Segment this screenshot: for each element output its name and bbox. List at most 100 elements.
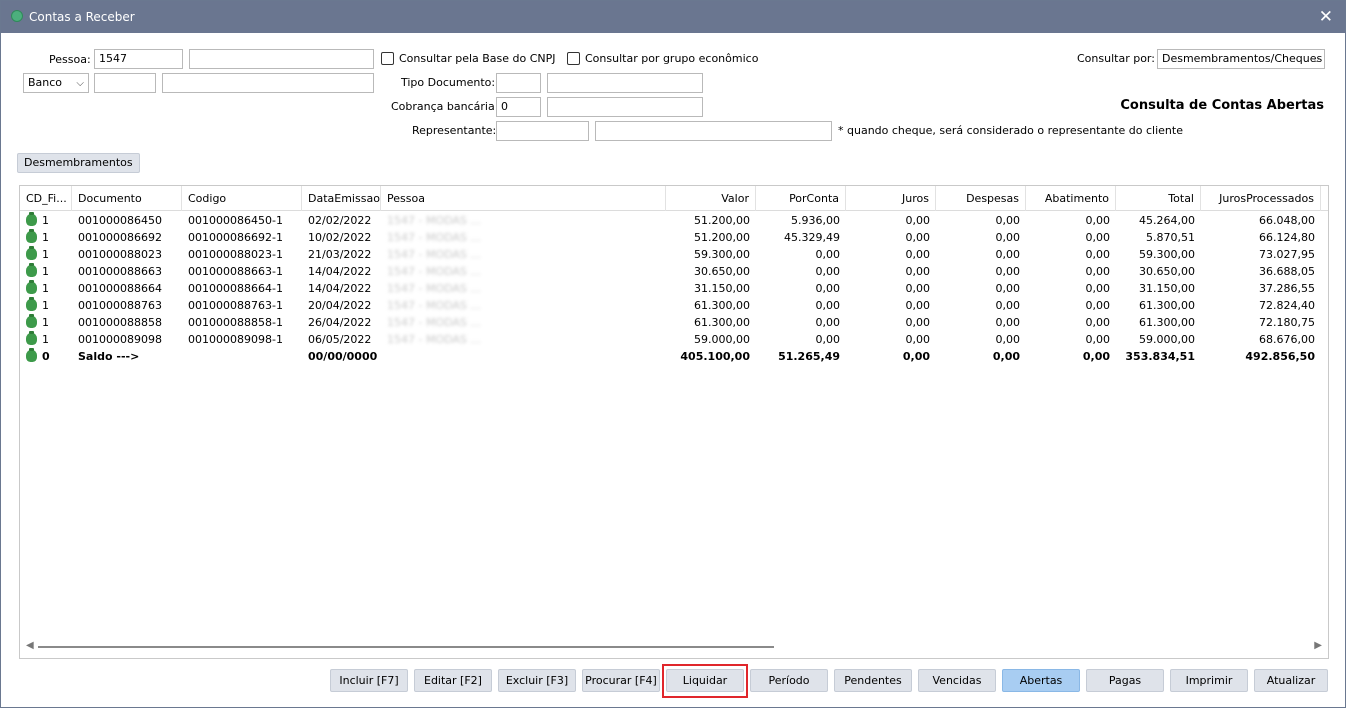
cell-data: 21/03/2022 bbox=[308, 248, 372, 261]
consultar-por-value: Desmembramentos/Cheques bbox=[1162, 52, 1323, 65]
cell-codigo: 001000088763-1 bbox=[188, 299, 283, 312]
cell-cd: 1 bbox=[20, 212, 72, 229]
cell-cd-value: 1 bbox=[42, 214, 49, 227]
table-row[interactable]: 1 001000088663 001000088663-1 14/04/2022 154… bbox=[20, 263, 1328, 280]
cell-jurosproc: 73.027,95 bbox=[1259, 248, 1315, 261]
tab-desmembramentos[interactable]: Desmembramentos bbox=[17, 153, 140, 173]
tipo-documento-name-input[interactable] bbox=[547, 73, 703, 93]
grupo-economico-checkbox[interactable]: Consultar por grupo econômico bbox=[567, 52, 758, 65]
vencidas-button[interactable]: Vencidas bbox=[918, 669, 996, 692]
cell-codigo: 001000089098-1 bbox=[188, 333, 283, 346]
table-row[interactable]: 1 001000086450 001000086450-1 02/02/2022 154… bbox=[20, 212, 1328, 229]
scroll-right-icon[interactable]: ▶ bbox=[1314, 640, 1322, 651]
cell-valor: 51.200,00 bbox=[694, 214, 750, 227]
cell-pessoa-value: 1547 - MODAS ... bbox=[387, 265, 481, 278]
cell-documento: 001000088663 bbox=[78, 265, 162, 278]
column-header[interactable]: Valor bbox=[666, 186, 756, 211]
imprimir-button[interactable]: Imprimir bbox=[1170, 669, 1248, 692]
banco-select[interactable]: Banco ⌵ bbox=[23, 73, 89, 93]
table-row[interactable]: 1 001000089098 001000089098-1 06/05/2022 154… bbox=[20, 331, 1328, 348]
procurar-button[interactable]: Procurar [F4] bbox=[582, 669, 660, 692]
excluir-button[interactable]: Excluir [F3] bbox=[498, 669, 576, 692]
cell-porconta: 0,00 bbox=[815, 316, 841, 329]
tipo-documento-code-input[interactable] bbox=[496, 73, 541, 93]
column-header[interactable]: Despesas bbox=[936, 186, 1026, 211]
consultar-por-label: Consultar por: bbox=[1077, 52, 1155, 65]
editar-button[interactable]: Editar [F2] bbox=[414, 669, 492, 692]
cell-abatimento: 0,00 bbox=[1085, 248, 1111, 261]
accounts-grid[interactable]: CD_Fi... Documento Codigo DataEmissao Pessoa… bbox=[19, 185, 1329, 659]
table-row[interactable]: 1 001000088763 001000088763-1 20/04/2022 154… bbox=[20, 297, 1328, 314]
cell-data: 10/02/2022 bbox=[308, 231, 372, 244]
cell-valor: 30.650,00 bbox=[694, 265, 750, 278]
money-bag-icon bbox=[26, 263, 37, 277]
cobranca-code-input[interactable]: 0 bbox=[496, 97, 541, 117]
cell-despesas: 0,00 bbox=[992, 350, 1020, 363]
cell-documento: 001000088858 bbox=[78, 316, 162, 329]
cobranca-name-input[interactable] bbox=[547, 97, 703, 117]
pendentes-button[interactable]: Pendentes bbox=[834, 669, 912, 692]
table-row[interactable]: 1 001000088664 001000088664-1 14/04/2022 154… bbox=[20, 280, 1328, 297]
column-header[interactable]: Codigo bbox=[182, 186, 302, 211]
cell-documento: 001000089098 bbox=[78, 333, 162, 346]
column-header[interactable]: JurosProcessados bbox=[1201, 186, 1321, 211]
column-header[interactable]: CD_Fi... bbox=[20, 186, 72, 211]
tipo-documento-label: Tipo Documento: bbox=[401, 76, 496, 89]
cell-porconta: 0,00 bbox=[815, 265, 841, 278]
cell-total: 59.000,00 bbox=[1139, 333, 1195, 346]
pessoa-name-input[interactable] bbox=[189, 49, 374, 69]
cell-codigo: 001000086692-1 bbox=[188, 231, 283, 244]
cell-juros: 0,00 bbox=[905, 231, 931, 244]
representante-label: Representante: bbox=[412, 124, 497, 137]
money-bag-icon bbox=[26, 280, 37, 294]
table-row[interactable]: 1 001000088858 001000088858-1 26/04/2022 154… bbox=[20, 314, 1328, 331]
cell-cd-value: 1 bbox=[42, 265, 49, 278]
atualizar-button[interactable]: Atualizar bbox=[1254, 669, 1328, 692]
cell-total: 45.264,00 bbox=[1139, 214, 1195, 227]
cell-total: 61.300,00 bbox=[1139, 316, 1195, 329]
cell-despesas: 0,00 bbox=[995, 282, 1021, 295]
scroll-thumb[interactable] bbox=[38, 646, 774, 648]
cell-cd-value: 1 bbox=[42, 333, 49, 346]
cell-valor: 59.000,00 bbox=[694, 333, 750, 346]
representante-name-input[interactable] bbox=[595, 121, 832, 141]
banco-name-input[interactable] bbox=[162, 73, 374, 93]
money-bag-icon bbox=[26, 348, 37, 362]
cell-porconta: 45.329,49 bbox=[784, 231, 840, 244]
money-bag-icon bbox=[26, 297, 37, 311]
banco-code-input[interactable] bbox=[94, 73, 156, 93]
cell-codigo: 001000088663-1 bbox=[188, 265, 283, 278]
column-header[interactable]: DataEmissao bbox=[302, 186, 381, 211]
table-row[interactable]: 1 001000086692 001000086692-1 10/02/2022 154… bbox=[20, 229, 1328, 246]
pessoa-code-input[interactable]: 1547 bbox=[94, 49, 183, 69]
cell-abatimento: 0,00 bbox=[1082, 350, 1110, 363]
scroll-left-icon[interactable]: ◀ bbox=[26, 640, 34, 651]
cell-pessoa-value: 1547 - MODAS ... bbox=[387, 333, 481, 346]
periodo-button[interactable]: Período bbox=[750, 669, 828, 692]
column-header[interactable]: Pessoa bbox=[381, 186, 666, 211]
cell-total: 353.834,51 bbox=[1125, 350, 1195, 363]
column-header[interactable]: PorConta bbox=[756, 186, 846, 211]
column-header[interactable]: Documento bbox=[72, 186, 182, 211]
cell-codigo: 001000088023-1 bbox=[188, 248, 283, 261]
representante-code-input[interactable] bbox=[496, 121, 589, 141]
cnpj-checkbox[interactable]: Consultar pela Base do CNPJ bbox=[381, 52, 556, 65]
cell-cd-value: 0 bbox=[42, 350, 50, 363]
total-row[interactable]: 0 Saldo ---> 00/00/0000 405.100,00 51.265,49… bbox=[20, 348, 1328, 365]
money-bag-icon bbox=[26, 314, 37, 328]
column-header[interactable]: Total bbox=[1116, 186, 1201, 211]
cell-despesas: 0,00 bbox=[995, 333, 1021, 346]
chevron-down-icon: ⌵ bbox=[76, 78, 84, 89]
consultar-por-select[interactable]: Desmembramentos/Cheques ⌵ bbox=[1157, 49, 1325, 69]
incluir-button[interactable]: Incluir [F7] bbox=[330, 669, 408, 692]
cnpj-checkbox-box[interactable] bbox=[381, 52, 394, 65]
close-icon[interactable]: ✕ bbox=[1319, 7, 1333, 27]
abertas-button[interactable]: Abertas bbox=[1002, 669, 1080, 692]
column-header[interactable]: Abatimento bbox=[1026, 186, 1116, 211]
pagas-button[interactable]: Pagas bbox=[1086, 669, 1164, 692]
table-row[interactable]: 1 001000088023 001000088023-1 21/03/2022 154… bbox=[20, 246, 1328, 263]
horizontal-scrollbar[interactable]: ◀ ▶ bbox=[20, 636, 1328, 658]
grupo-checkbox-box[interactable] bbox=[567, 52, 580, 65]
cell-total: 31.150,00 bbox=[1139, 282, 1195, 295]
column-header[interactable]: Juros bbox=[846, 186, 936, 211]
